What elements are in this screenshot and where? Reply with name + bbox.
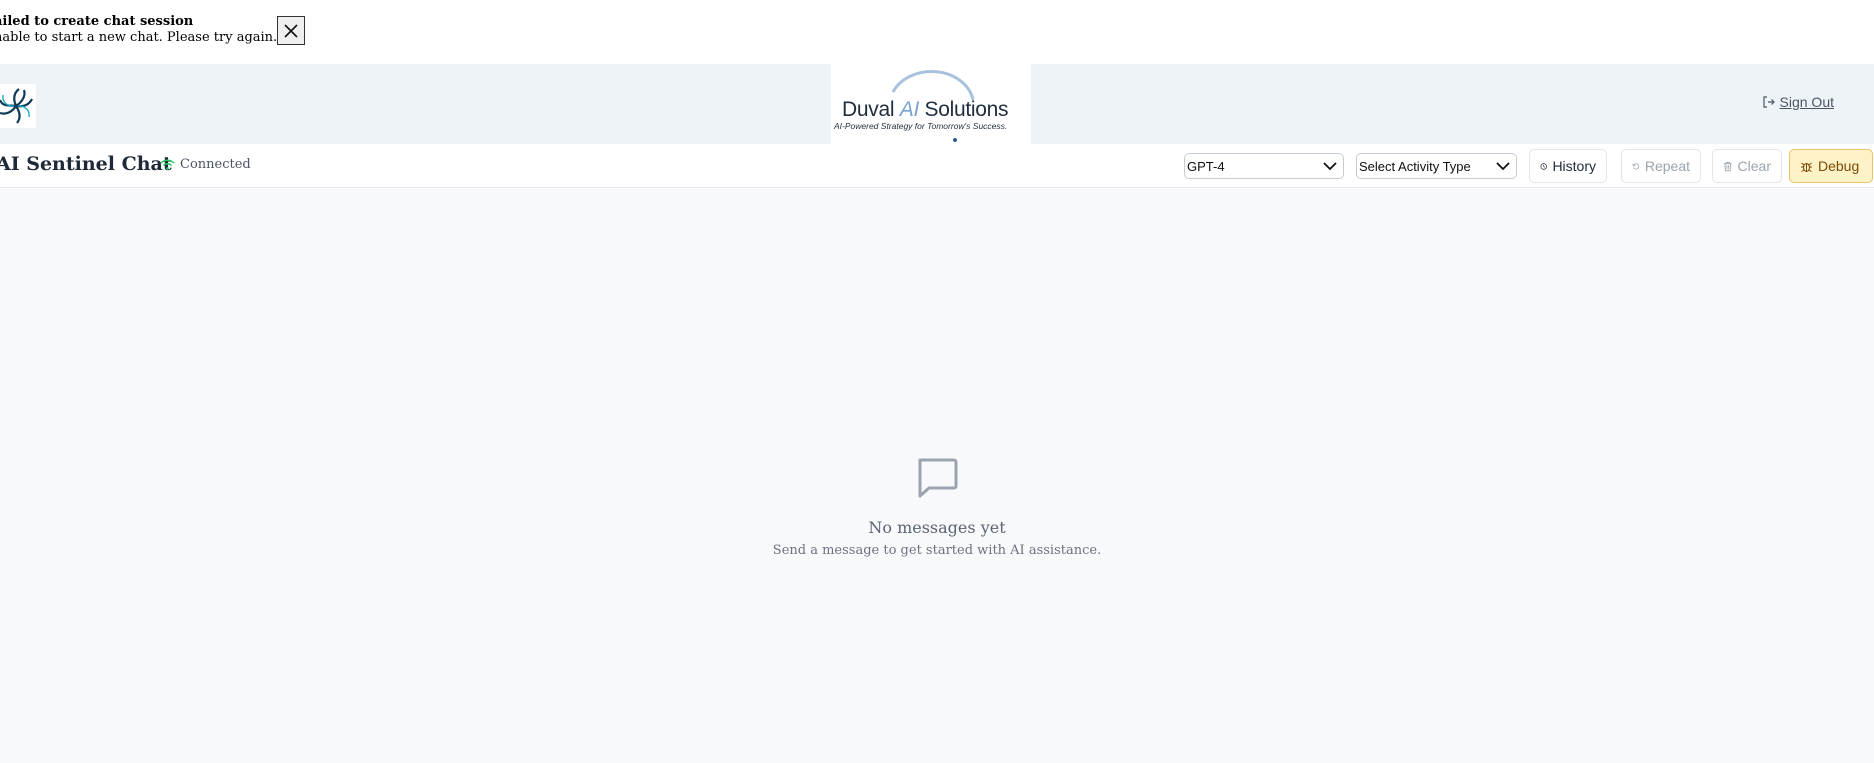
close-icon — [284, 23, 298, 38]
error-toast: ailed to create chat session nable to st… — [0, 14, 306, 46]
top-header: Duval AI Solutions AI-Powered Strategy f… — [0, 64, 1874, 144]
sign-out-label: Sign Out — [1779, 94, 1834, 110]
clear-label: Clear — [1737, 158, 1771, 174]
empty-state: No messages yet Send a message to get st… — [0, 456, 1874, 558]
activity-type-select-value: Select Activity Type — [1359, 158, 1471, 174]
company-brand-logo: Duval AI Solutions AI-Powered Strategy f… — [831, 64, 1031, 144]
clear-button[interactable]: Clear — [1712, 149, 1782, 183]
brand-name-part1: Duval — [842, 98, 900, 121]
trash-icon — [1723, 161, 1732, 171]
repeat-icon — [1632, 162, 1640, 170]
debug-label: Debug — [1818, 158, 1860, 174]
bug-icon — [1801, 162, 1812, 172]
brand-name-ai: AI — [899, 98, 920, 121]
toast-message: nable to start a new chat. Please try ag… — [0, 30, 278, 45]
sign-out-link[interactable]: Sign Out — [1762, 94, 1834, 110]
page-title: AI Sentinel Chat — [0, 153, 172, 175]
toast-close-button[interactable] — [277, 16, 306, 45]
history-label: History — [1552, 158, 1596, 174]
toast-content: ailed to create chat session nable to st… — [0, 14, 277, 46]
wifi-icon — [160, 158, 175, 170]
activity-type-select[interactable]: Select Activity Type — [1356, 153, 1517, 179]
sign-out-icon — [1762, 96, 1775, 108]
chevron-down-icon — [1323, 162, 1337, 171]
model-select[interactable]: GPT-4 — [1184, 153, 1344, 179]
toast-title: ailed to create chat session — [0, 14, 194, 29]
repeat-button[interactable]: Repeat — [1621, 149, 1701, 183]
message-bubble-icon — [918, 458, 958, 498]
debug-button[interactable]: Debug — [1789, 149, 1873, 183]
chat-toolbar: AI Sentinel Chat Connected GPT-4 Select … — [0, 144, 1874, 188]
empty-state-title: No messages yet — [868, 518, 1006, 537]
brand-name-part2: Solutions — [918, 98, 1009, 121]
chevron-down-icon — [1496, 162, 1510, 171]
pinwheel-logo-icon — [0, 88, 33, 124]
connection-status-label: Connected — [180, 157, 251, 172]
chat-messages-area: No messages yet Send a message to get st… — [0, 188, 1874, 763]
connection-status: Connected — [160, 157, 251, 172]
app-logo[interactable] — [0, 84, 36, 128]
empty-state-subtitle: Send a message to get started with AI as… — [772, 543, 1102, 558]
history-icon — [1540, 162, 1547, 170]
history-button[interactable]: History — [1529, 149, 1607, 183]
model-select-value: GPT-4 — [1187, 158, 1225, 174]
brand-name: Duval AI Solutions — [842, 98, 1009, 122]
brand-tagline: AI-Powered Strategy for Tomorrow's Succe… — [834, 121, 1008, 131]
repeat-label: Repeat — [1644, 158, 1690, 174]
